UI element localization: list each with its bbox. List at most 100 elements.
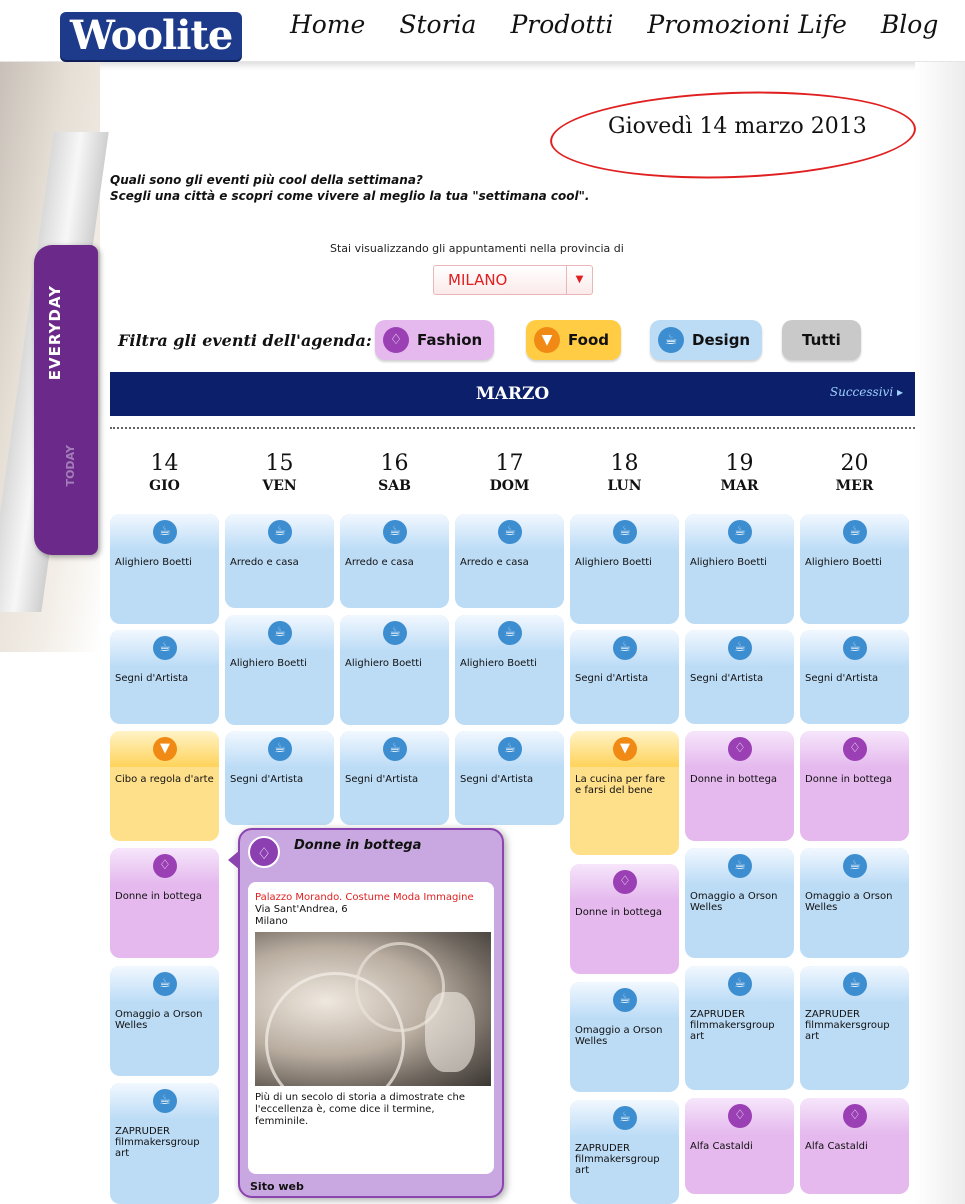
event-title: Segni d'Artista (230, 774, 304, 785)
event-card[interactable]: ☕ Omaggio a Orson Welles (570, 982, 679, 1092)
event-card[interactable]: ☕ Alighiero Boetti (110, 514, 219, 624)
teapot-icon: ☕ (153, 636, 177, 660)
teapot-icon: ☕ (658, 327, 684, 353)
popup-description: Più di un secolo di storia a dimostrate … (255, 1092, 465, 1127)
hanger-icon: ♢ (383, 327, 409, 353)
event-card[interactable]: ♢ Donne in bottega (685, 731, 794, 841)
event-card-header: ▼ (570, 731, 679, 767)
event-card[interactable]: ☕ Alighiero Boetti (455, 615, 564, 725)
chevron-down-icon[interactable]: ▼ (566, 266, 592, 294)
next-link[interactable]: Successivi ▸ (830, 385, 903, 399)
province-select[interactable]: MILANO ▼ (433, 265, 593, 295)
event-card[interactable]: ☕ Omaggio a Orson Welles (110, 966, 219, 1076)
woolite-logo[interactable]: Woolite (60, 12, 243, 60)
event-card-header: ☕ (455, 514, 564, 550)
teapot-icon: ☕ (383, 737, 407, 761)
nav-blog[interactable]: Blog (881, 10, 938, 39)
day-header: 20 MER (800, 450, 909, 494)
filter-design-button[interactable]: ☕ Design (650, 320, 763, 360)
event-card[interactable]: ☕ Arredo e casa (340, 514, 449, 608)
event-card-header: ☕ (110, 630, 219, 666)
teapot-icon: ☕ (843, 636, 867, 660)
day-weekday: MAR (720, 478, 759, 494)
teapot-icon: ☕ (613, 988, 637, 1012)
event-card[interactable]: ♢ Donne in bottega (570, 864, 679, 974)
filter-fashion-button[interactable]: ♢ Fashion (375, 320, 495, 360)
event-card[interactable]: ☕ ZAPRUDER filmmakersgroup art (110, 1083, 219, 1204)
teapot-icon: ☕ (728, 854, 752, 878)
day-weekday: VEN (262, 478, 297, 494)
filter-food-button[interactable]: ▼ Food (526, 320, 621, 360)
month-title: MARZO (475, 384, 550, 404)
event-card[interactable]: ☕ Alighiero Boetti (685, 514, 794, 624)
event-card[interactable]: ♢ Alfa Castaldi (685, 1098, 794, 1194)
event-card-header: ▼ (110, 731, 219, 767)
event-card-header: ☕ (685, 966, 794, 1002)
day-number: 19 (725, 451, 754, 476)
cocktail-icon: ▼ (534, 327, 560, 353)
filter-all-label: Tutti (802, 331, 841, 349)
filter-all-button[interactable]: Tutti (782, 320, 861, 360)
event-card[interactable]: ▼ La cucina per fare e farsi del bene (570, 731, 679, 855)
event-card-header: ☕ (800, 848, 909, 884)
event-title: Alfa Castaldi (690, 1141, 753, 1152)
event-card[interactable]: ☕ Segni d'Artista (225, 731, 334, 825)
teapot-icon: ☕ (728, 636, 752, 660)
hanger-icon: ♢ (153, 854, 177, 878)
event-card-header: ☕ (570, 982, 679, 1018)
teapot-icon: ☕ (843, 854, 867, 878)
event-card[interactable]: ♢ Alfa Castaldi (800, 1098, 909, 1194)
divider (110, 427, 915, 429)
event-card[interactable]: ▼ Cibo a regola d'arte (110, 731, 219, 841)
event-card[interactable]: ☕ Arredo e casa (455, 514, 564, 608)
filter-design-label: Design (692, 331, 751, 349)
event-card[interactable]: ☕ Alighiero Boetti (800, 514, 909, 624)
event-card-header: ♢ (685, 1098, 794, 1134)
popup-address: Via Sant'Andrea, 6 (255, 904, 348, 915)
event-card[interactable]: ☕ Alighiero Boetti (570, 514, 679, 624)
event-card[interactable]: ☕ ZAPRUDER filmmakersgroup art (685, 966, 794, 1090)
nav-storia[interactable]: Storia (399, 10, 476, 39)
event-card[interactable]: ☕ Omaggio a Orson Welles (685, 848, 794, 958)
event-card-header: ☕ (225, 514, 334, 550)
event-title: Alighiero Boetti (345, 658, 422, 669)
event-card[interactable]: ☕ Omaggio a Orson Welles (800, 848, 909, 958)
nav-home[interactable]: Home (290, 10, 365, 39)
event-card[interactable]: ☕ Segni d'Artista (340, 731, 449, 825)
day-header: 19 MAR (685, 450, 794, 494)
event-card[interactable]: ☕ Segni d'Artista (685, 630, 794, 724)
event-card[interactable]: ☕ ZAPRUDER filmmakersgroup art (570, 1100, 679, 1204)
province-label: Stai visualizzando gli appuntamenti nell… (330, 242, 624, 255)
event-card[interactable]: ☕ Arredo e casa (225, 514, 334, 608)
event-card-header: ☕ (800, 630, 909, 666)
event-card[interactable]: ☕ Segni d'Artista (570, 630, 679, 724)
event-card[interactable]: ☕ Segni d'Artista (110, 630, 219, 724)
day-header: 15 VEN (225, 450, 334, 494)
event-card[interactable]: ☕ Segni d'Artista (800, 630, 909, 724)
event-card-header: ☕ (685, 630, 794, 666)
nav-prodotti[interactable]: Prodotti (510, 10, 613, 39)
website-link[interactable]: Sito web (250, 1180, 304, 1193)
event-card-header: ♢ (570, 864, 679, 900)
event-card[interactable]: ☕ Segni d'Artista (455, 731, 564, 825)
event-card-header: ☕ (685, 848, 794, 884)
event-card[interactable]: ♢ Donne in bottega (110, 848, 219, 958)
event-popup: ♢ Donne in bottega Palazzo Morando. Cost… (228, 828, 504, 1198)
current-date: Giovedì 14 marzo 2013 (608, 114, 867, 139)
event-card[interactable]: ☕ ZAPRUDER filmmakersgroup art (800, 966, 909, 1090)
day-number: 14 (150, 451, 179, 476)
event-title: Donne in bottega (115, 891, 203, 902)
event-title: Donne in bottega (805, 774, 893, 785)
event-title: Omaggio a Orson Welles (115, 1009, 203, 1031)
day-weekday: LUN (607, 478, 642, 494)
everyday-tab[interactable]: EVERYDAY TODAY (34, 245, 98, 555)
event-card[interactable]: ☕ Alighiero Boetti (225, 615, 334, 725)
day-weekday: SAB (378, 478, 411, 494)
event-card[interactable]: ♢ Donne in bottega (800, 731, 909, 841)
event-title: Donne in bottega (690, 774, 778, 785)
teapot-icon: ☕ (843, 520, 867, 544)
nav-promozioni-life[interactable]: Promozioni Life (647, 10, 847, 39)
event-card[interactable]: ☕ Alighiero Boetti (340, 615, 449, 725)
teapot-icon: ☕ (498, 737, 522, 761)
event-title: Alighiero Boetti (230, 658, 307, 669)
